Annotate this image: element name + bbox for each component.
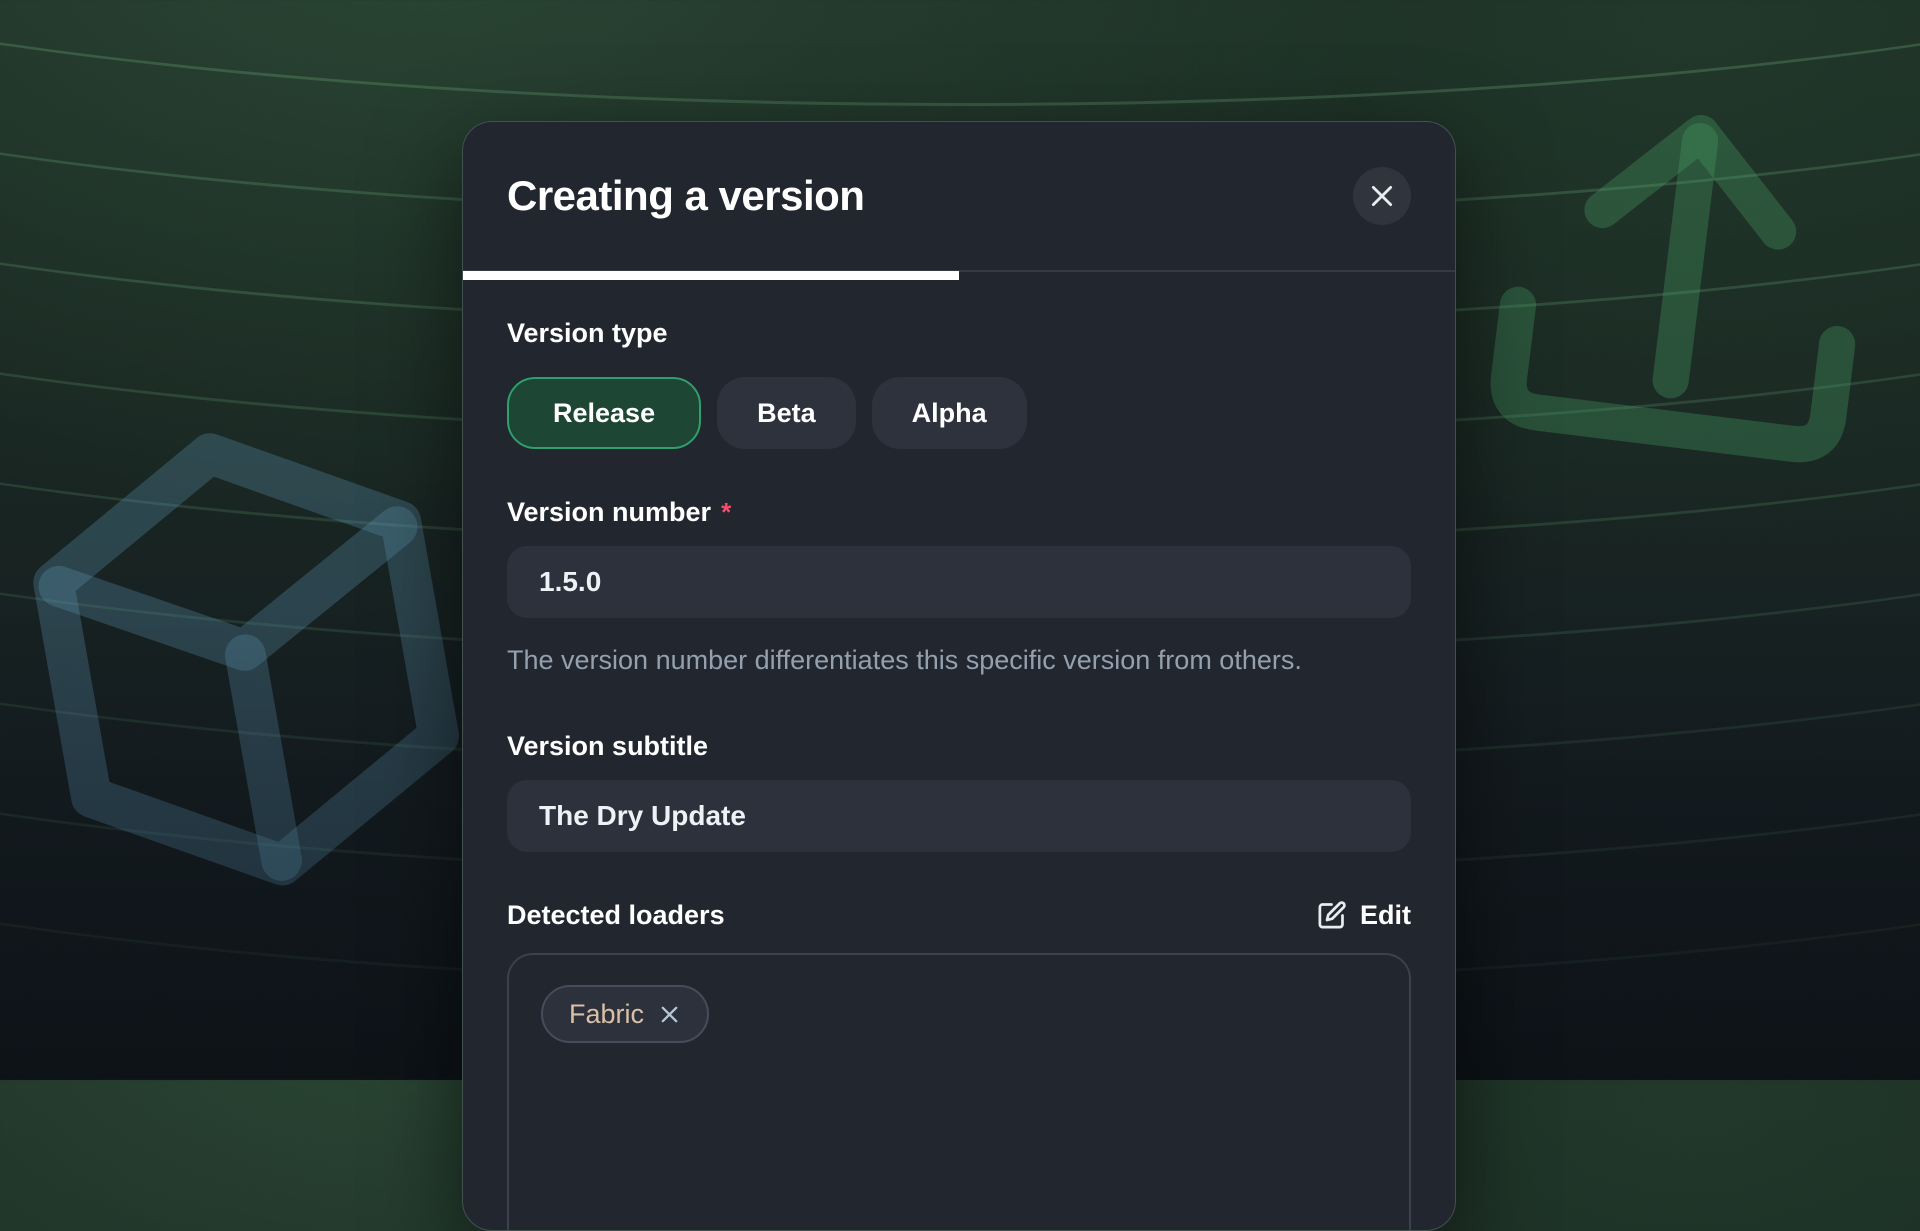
edit-loaders-label: Edit	[1360, 900, 1411, 931]
detected-loaders-row: Detected loaders Edit	[507, 900, 1411, 931]
remove-chip-icon[interactable]	[658, 1003, 681, 1026]
contour-line	[0, 0, 1920, 106]
version-number-input[interactable]	[507, 546, 1411, 618]
create-version-modal: Creating a version Version type Release …	[462, 121, 1456, 1231]
version-subtitle-input[interactable]	[507, 780, 1411, 852]
edit-loaders-button[interactable]: Edit	[1316, 900, 1411, 931]
close-button[interactable]	[1353, 167, 1411, 225]
version-type-label: Version type	[507, 318, 1411, 349]
loader-chip-fabric[interactable]: Fabric	[541, 985, 709, 1043]
progress-bar-fill	[463, 271, 959, 280]
detected-loaders-label: Detected loaders	[507, 900, 725, 931]
modal-title: Creating a version	[507, 172, 864, 220]
square-pen-icon	[1316, 900, 1347, 931]
package-cube-icon	[0, 383, 526, 1025]
version-subtitle-label: Version subtitle	[507, 731, 1411, 762]
modal-header: Creating a version	[463, 122, 1455, 272]
version-number-help-text: The version number differentiates this s…	[507, 642, 1407, 679]
version-type-alpha-button[interactable]: Alpha	[872, 377, 1027, 449]
version-number-label-row: Version number *	[507, 497, 1411, 528]
upload-arrow-icon	[1457, 69, 1910, 557]
version-type-beta-button[interactable]: Beta	[717, 377, 856, 449]
loader-chip-label: Fabric	[569, 999, 644, 1030]
detected-loaders-box: Fabric	[507, 953, 1411, 1231]
required-asterisk: *	[721, 497, 731, 528]
version-type-release-button[interactable]: Release	[507, 377, 701, 449]
version-number-label: Version number	[507, 497, 711, 528]
close-icon	[1369, 183, 1395, 209]
modal-body: Version type Release Beta Alpha Version …	[463, 272, 1455, 1231]
version-type-options: Release Beta Alpha	[507, 377, 1411, 449]
